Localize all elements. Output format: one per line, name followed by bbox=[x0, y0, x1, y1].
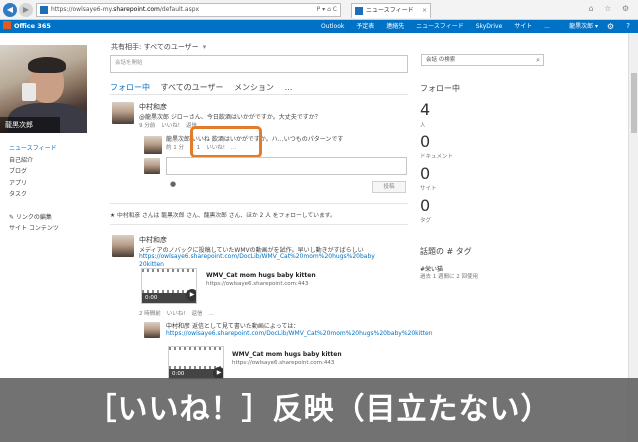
post-text: @龍黒次郎 ジローさん、今日飲酒はいかがですか。大丈夫ですか？ bbox=[139, 114, 321, 121]
chevron-down-icon: ▾ bbox=[202, 43, 207, 51]
tab-following[interactable]: フォロー中 bbox=[110, 83, 150, 92]
left-nav-item-about[interactable]: 自己紹介 bbox=[9, 155, 89, 167]
search-conversations-input[interactable]: 会話 の検索 ⌕ bbox=[421, 54, 544, 66]
help-icon[interactable]: ? bbox=[626, 20, 630, 33]
suite-link-skydrive[interactable]: SkyDrive bbox=[476, 23, 503, 30]
search-icon[interactable]: ⌕ bbox=[536, 55, 540, 65]
stat-sites-label[interactable]: サイト bbox=[420, 184, 437, 192]
post-actions: 2 時間前 いいね! 返信... bbox=[139, 309, 220, 317]
post-button[interactable]: 投稿 bbox=[372, 181, 406, 193]
profile-name[interactable]: 龍黒次郎 bbox=[0, 117, 60, 133]
suite-link-calendar[interactable]: 予定表 bbox=[356, 23, 374, 30]
address-bar[interactable]: https://owlsaye6-my.sharepoint.com/defau… bbox=[36, 3, 341, 17]
stat-people-label[interactable]: 人 bbox=[420, 121, 426, 129]
reply-input[interactable] bbox=[166, 157, 407, 175]
sharepoint-favicon-icon bbox=[355, 7, 363, 15]
tab-newsfeed[interactable]: ニュースフィード × bbox=[351, 3, 431, 18]
camera-icon[interactable]: ● bbox=[170, 180, 176, 188]
settings-gear-icon[interactable]: ⚙ bbox=[607, 20, 614, 33]
post-author[interactable]: 中村和彦 bbox=[139, 235, 167, 245]
reply-text: 返信として見て書いた動画によっては： bbox=[192, 323, 300, 330]
post-time: 9 分前 bbox=[139, 123, 156, 129]
like-highlight-box bbox=[190, 126, 262, 158]
divider bbox=[110, 203, 408, 204]
user-menu[interactable]: 龍黒次郎 ▾ bbox=[569, 20, 598, 33]
site-contents-link[interactable]: サイト コンテンツ bbox=[9, 223, 59, 234]
left-nav: ニュースフィード 自己紹介 ブログ アプリ タスク bbox=[9, 143, 89, 201]
video-url: https://owlsaye6.sharepoint.com:443 bbox=[232, 360, 335, 366]
reply-link-url[interactable]: https://owlsaye6.sharepoint.com/DocLib/W… bbox=[166, 330, 433, 337]
address-controls-icon[interactable]: P ▾ ⌂ C bbox=[317, 4, 337, 16]
office-logo-icon bbox=[3, 21, 11, 29]
stat-people-count[interactable]: 4 bbox=[420, 100, 430, 119]
avatar[interactable] bbox=[144, 322, 160, 338]
caption-banner: ［いいね！］反映（目立たない） bbox=[0, 378, 638, 442]
like-link[interactable]: いいね! bbox=[167, 311, 186, 317]
trending-tag-usage: 過去 1 週間に 2 回使用 bbox=[420, 274, 478, 280]
post-author[interactable]: 中村和彦 bbox=[139, 102, 167, 112]
left-nav-item-blog[interactable]: ブログ bbox=[9, 166, 89, 178]
post-link-continued[interactable]: 20kitten bbox=[139, 261, 164, 268]
sharepoint-favicon-icon bbox=[40, 6, 48, 14]
divider bbox=[110, 224, 408, 225]
video-title[interactable]: WMV_Cat mom hugs baby kitten bbox=[206, 272, 316, 279]
office365-suite-bar: Office 365 Outlook 予定表 連絡先 ニュースフィード SkyD… bbox=[0, 20, 638, 33]
play-icon[interactable]: ▶ bbox=[186, 289, 196, 301]
stat-tags-label[interactable]: タグ bbox=[420, 216, 431, 224]
left-nav-item-tasks[interactable]: タスク bbox=[9, 189, 89, 201]
avatar bbox=[144, 158, 160, 174]
left-nav-item-newsfeed[interactable]: ニュースフィード bbox=[9, 143, 89, 155]
url-prefix: https://owlsaye6-my. bbox=[51, 6, 114, 13]
suite-link-sites[interactable]: サイト bbox=[514, 23, 532, 30]
tabs-divider bbox=[110, 94, 408, 95]
tab-mentions[interactable]: メンション bbox=[234, 83, 274, 92]
tab-more[interactable]: ... bbox=[285, 83, 293, 92]
suite-link-more[interactable]: ... bbox=[544, 23, 550, 30]
video-title[interactable]: WMV_Cat mom hugs baby kitten bbox=[232, 351, 342, 358]
suite-link-outlook[interactable]: Outlook bbox=[321, 23, 344, 30]
tab-label: ニュースフィード bbox=[366, 7, 414, 14]
more-link[interactable]: ... bbox=[208, 311, 213, 317]
suite-link-contacts[interactable]: 連絡先 bbox=[386, 23, 404, 30]
stat-documents-label[interactable]: ドキュメント bbox=[420, 152, 453, 160]
avatar[interactable] bbox=[144, 136, 162, 154]
following-heading: フォロー中 bbox=[420, 84, 460, 93]
share-with-selector[interactable]: 共有相手: すべてのユーザー ▾ bbox=[111, 42, 206, 52]
scrollbar-thumb[interactable] bbox=[631, 73, 637, 133]
reply-time: 約 1 分 bbox=[166, 145, 184, 151]
reply-link[interactable]: 返信 bbox=[191, 311, 202, 317]
url-host: sharepoint.com bbox=[113, 6, 160, 13]
video-thumbnail[interactable]: 0:00 ▶ bbox=[141, 268, 197, 304]
back-arrow-icon[interactable]: ◀ bbox=[3, 3, 17, 17]
avatar[interactable] bbox=[112, 102, 134, 124]
like-link[interactable]: いいね! bbox=[161, 123, 180, 129]
stat-documents-count[interactable]: 0 bbox=[420, 132, 430, 151]
trending-tags-heading: 話題の # タグ bbox=[420, 247, 472, 256]
forward-arrow-icon[interactable]: ▶ bbox=[19, 3, 33, 17]
avatar[interactable] bbox=[112, 235, 134, 257]
video-thumbnail[interactable]: 0:00 ▶ bbox=[168, 346, 224, 380]
start-conversation-input[interactable]: 会話を開始 bbox=[110, 55, 408, 73]
browser-chrome: ◀ ▶ https://owlsaye6-my.sharepoint.com/d… bbox=[0, 0, 638, 20]
left-links: ✎ リンクの編集 サイト コンテンツ bbox=[9, 212, 59, 234]
office365-logo[interactable]: Office 365 bbox=[3, 21, 51, 32]
stat-sites-count[interactable]: 0 bbox=[420, 164, 430, 183]
post-time: 2 時間前 bbox=[139, 311, 161, 317]
tab-everyone[interactable]: すべてのユーザー bbox=[161, 83, 224, 92]
close-tab-icon[interactable]: × bbox=[422, 4, 427, 18]
browser-tool-icons[interactable]: ⌂ ☆ ⚙ bbox=[588, 4, 633, 13]
feed-tabs: フォロー中 すべてのユーザー メンション ... bbox=[110, 82, 300, 93]
reply-author[interactable]: 中村和彦 bbox=[166, 321, 190, 330]
stat-tags-count[interactable]: 0 bbox=[420, 196, 430, 215]
edit-links-link[interactable]: ✎ リンクの編集 bbox=[9, 212, 59, 223]
suite-nav: Outlook 予定表 連絡先 ニュースフィード SkyDrive サイト ..… bbox=[321, 20, 560, 33]
follow-notification: ★ 中村和彦 さんは 龍黒次郎 さん、龍黒次郎 さん、ほか 2 人 をフォローし… bbox=[110, 213, 336, 219]
suite-link-newsfeed[interactable]: ニュースフィード bbox=[416, 23, 464, 30]
left-nav-item-apps[interactable]: アプリ bbox=[9, 178, 89, 190]
post-link[interactable]: https://owlsaye6.sharepoint.com/DocLib/W… bbox=[139, 253, 375, 260]
url-path: /default.aspx bbox=[159, 6, 200, 13]
video-url: https://owlsaye6.sharepoint.com:443 bbox=[206, 281, 309, 287]
